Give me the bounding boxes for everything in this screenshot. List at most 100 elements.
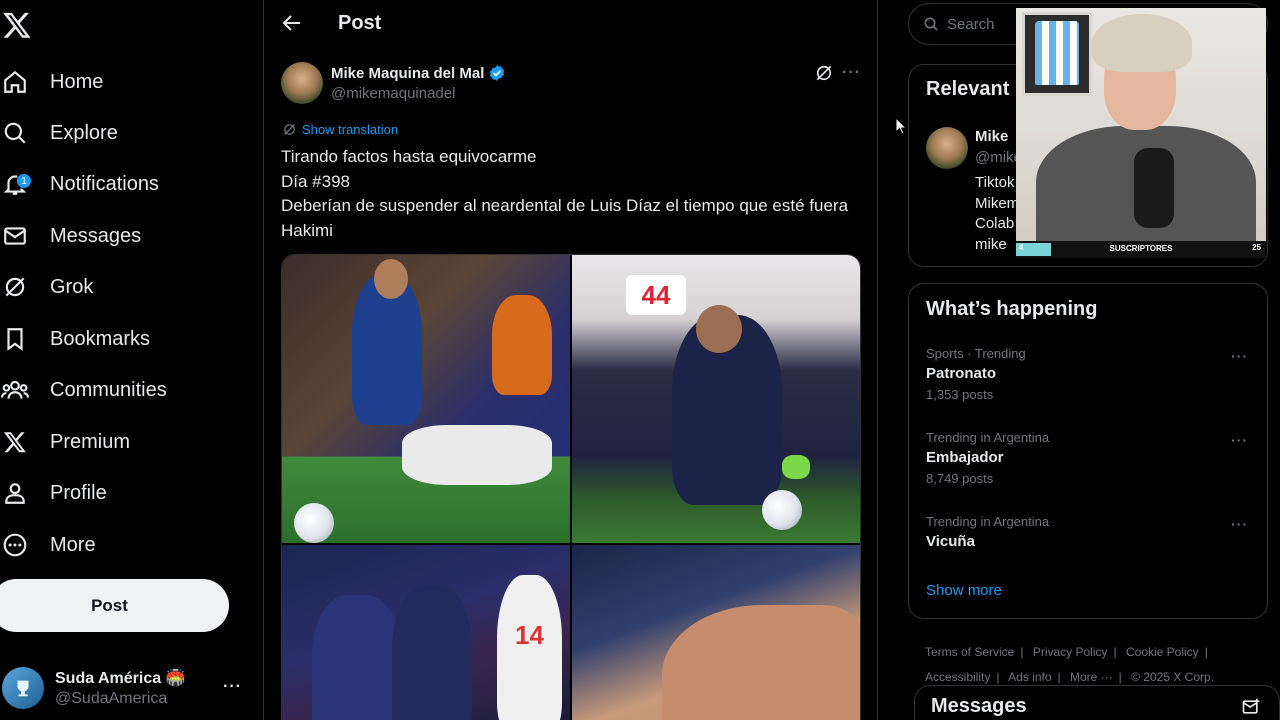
post-text-line: Día #398 <box>281 171 350 191</box>
footer-link[interactable]: Ads info <box>1008 670 1051 684</box>
author-handle[interactable]: @mikemaquinadel <box>331 85 455 102</box>
trend-context: Sports · Trending <box>926 346 1026 361</box>
post-image-2[interactable]: 44 <box>572 255 860 543</box>
bio-line: Colab <box>975 215 1015 232</box>
communities-icon <box>0 375 30 405</box>
footer-link[interactable]: Privacy Policy <box>1033 645 1108 659</box>
search-icon <box>924 17 938 31</box>
more-circle-icon <box>0 530 30 560</box>
author-name-row[interactable]: Mike Maquina del Mal <box>331 64 506 82</box>
trend-item[interactable]: Sports · Trending Patronato 1,353 posts … <box>926 346 1256 402</box>
nav-communities-label: Communities <box>50 378 167 401</box>
relevant-name[interactable]: Mike <box>975 128 1008 145</box>
whats-happening-title: What’s happening <box>926 298 1098 320</box>
grok-icon[interactable] <box>814 63 834 83</box>
post-image-4[interactable] <box>572 545 860 720</box>
trend-more-icon[interactable]: ··· <box>1231 432 1248 448</box>
trend-item[interactable]: Trending in Argentina Embajador 8,749 po… <box>926 430 1256 486</box>
nav-communities[interactable]: Communities <box>0 370 167 410</box>
show-translation-label: Show translation <box>302 122 399 137</box>
relevant-bio: Tiktok Mikem Colab mike <box>975 173 1019 255</box>
relevant-handle[interactable]: @mike <box>975 149 1022 166</box>
show-more-link[interactable]: Show more <box>926 582 1002 599</box>
envelope-icon <box>0 221 30 251</box>
account-more-icon[interactable]: ··· <box>223 678 242 696</box>
new-message-icon[interactable] <box>1241 697 1261 720</box>
mouse-cursor-icon <box>895 116 908 140</box>
bookmark-icon <box>0 324 30 354</box>
x-logo-icon[interactable] <box>2 10 32 40</box>
footer-link[interactable]: More ··· <box>1070 670 1113 684</box>
post-more-icon[interactable]: ··· <box>842 64 861 82</box>
grok-icon <box>0 272 30 302</box>
trend-count: 1,353 posts <box>926 387 994 402</box>
bio-line: Mikem <box>975 194 1020 212</box>
back-arrow-icon[interactable] <box>280 11 304 35</box>
account-handle: @SudaAmerica <box>55 690 168 707</box>
nav-bookmarks-label: Bookmarks <box>50 327 151 350</box>
nav-profile[interactable]: Profile <box>0 473 107 513</box>
bio-line: Tiktok <box>975 174 1015 191</box>
bell-icon: 1 <box>0 169 32 199</box>
framed-jersey <box>1022 12 1092 96</box>
subscriber-goal-bar: 4 SUSCRIPTORES 25 <box>1016 241 1266 258</box>
post-header: Post <box>264 0 878 50</box>
trend-name: Vicuña <box>926 533 975 550</box>
trend-context: Trending in Argentina <box>926 514 1050 529</box>
messages-drawer[interactable]: Messages <box>914 685 1280 720</box>
nav-premium-label: Premium <box>50 430 131 453</box>
x-app: Home Explore 1 Notifications Messages Gr… <box>0 0 1280 720</box>
nav-more[interactable]: More <box>0 525 96 565</box>
footer-link[interactable]: Terms of Service <box>925 645 1014 659</box>
page-title: Post <box>338 12 382 34</box>
relevant-avatar[interactable] <box>926 127 968 169</box>
show-translation-link[interactable]: Show translation <box>282 122 398 137</box>
notification-badge: 1 <box>16 173 32 189</box>
nav-bookmarks[interactable]: Bookmarks <box>0 319 150 359</box>
post-detail-column: Post Mike Maquina del Mal @mikemaquinade… <box>263 0 878 720</box>
author-avatar[interactable] <box>281 62 323 104</box>
relevant-title: Relevant <box>926 78 1010 100</box>
nav-premium[interactable]: Premium <box>0 422 130 462</box>
nav-more-label: More <box>50 533 96 556</box>
post-image-1[interactable] <box>282 255 570 543</box>
account-switcher[interactable]: Suda América 🏟️ @SudaAmerica ··· <box>2 666 252 710</box>
person-icon <box>0 478 30 508</box>
account-avatar <box>2 667 44 709</box>
post-media-grid: 44 14 <box>281 254 861 720</box>
search-icon <box>0 118 30 148</box>
author-name[interactable]: Mike Maquina del Mal <box>331 65 484 82</box>
copyright: © 2025 X Corp. <box>1131 670 1215 684</box>
post-text-line: Tirando factos hasta equivocarme <box>281 147 537 166</box>
trend-context: Trending in Argentina <box>926 430 1050 445</box>
left-nav: Home Explore 1 Notifications Messages Gr… <box>0 0 263 720</box>
post-text-line: Deberían de suspender al neardental de L… <box>281 196 849 240</box>
goal-label: SUSCRIPTORES <box>1109 244 1173 253</box>
nav-messages[interactable]: Messages <box>0 216 141 256</box>
nav-home-label: Home <box>50 70 104 93</box>
webcam-overlay: 4 SUSCRIPTORES 25 <box>1016 8 1266 258</box>
nav-notifications[interactable]: 1 Notifications <box>0 164 159 204</box>
trend-name: Patronato <box>926 365 997 382</box>
footer-links: Terms of Service | Privacy Policy | Cookie… <box>925 645 1215 684</box>
trend-count: 8,749 posts <box>926 471 994 486</box>
trend-more-icon[interactable]: ··· <box>1231 516 1248 532</box>
trend-more-icon[interactable]: ··· <box>1231 348 1248 364</box>
streamer-hair <box>1092 14 1192 72</box>
nav-home[interactable]: Home <box>0 62 103 102</box>
post-button[interactable]: Post <box>0 579 229 632</box>
post-image-3[interactable]: 14 <box>282 545 570 720</box>
nav-grok-label: Grok <box>50 275 94 298</box>
nav-explore[interactable]: Explore <box>0 113 118 153</box>
footer-link[interactable]: Cookie Policy <box>1126 645 1199 659</box>
trend-item[interactable]: Trending in Argentina Vicuña ··· <box>926 514 1256 550</box>
search-placeholder: Search <box>947 15 995 33</box>
account-name: Suda América 🏟️ <box>55 670 186 687</box>
nav-profile-label: Profile <box>50 481 107 504</box>
microphone <box>1134 148 1174 228</box>
goal-target: 25 <box>1252 243 1261 252</box>
footer-link[interactable]: Accessibility <box>925 670 990 684</box>
grok-icon <box>284 124 295 135</box>
whats-happening-card: What’s happening Sports · Trending Patro… <box>908 283 1268 619</box>
nav-grok[interactable]: Grok <box>0 267 93 307</box>
